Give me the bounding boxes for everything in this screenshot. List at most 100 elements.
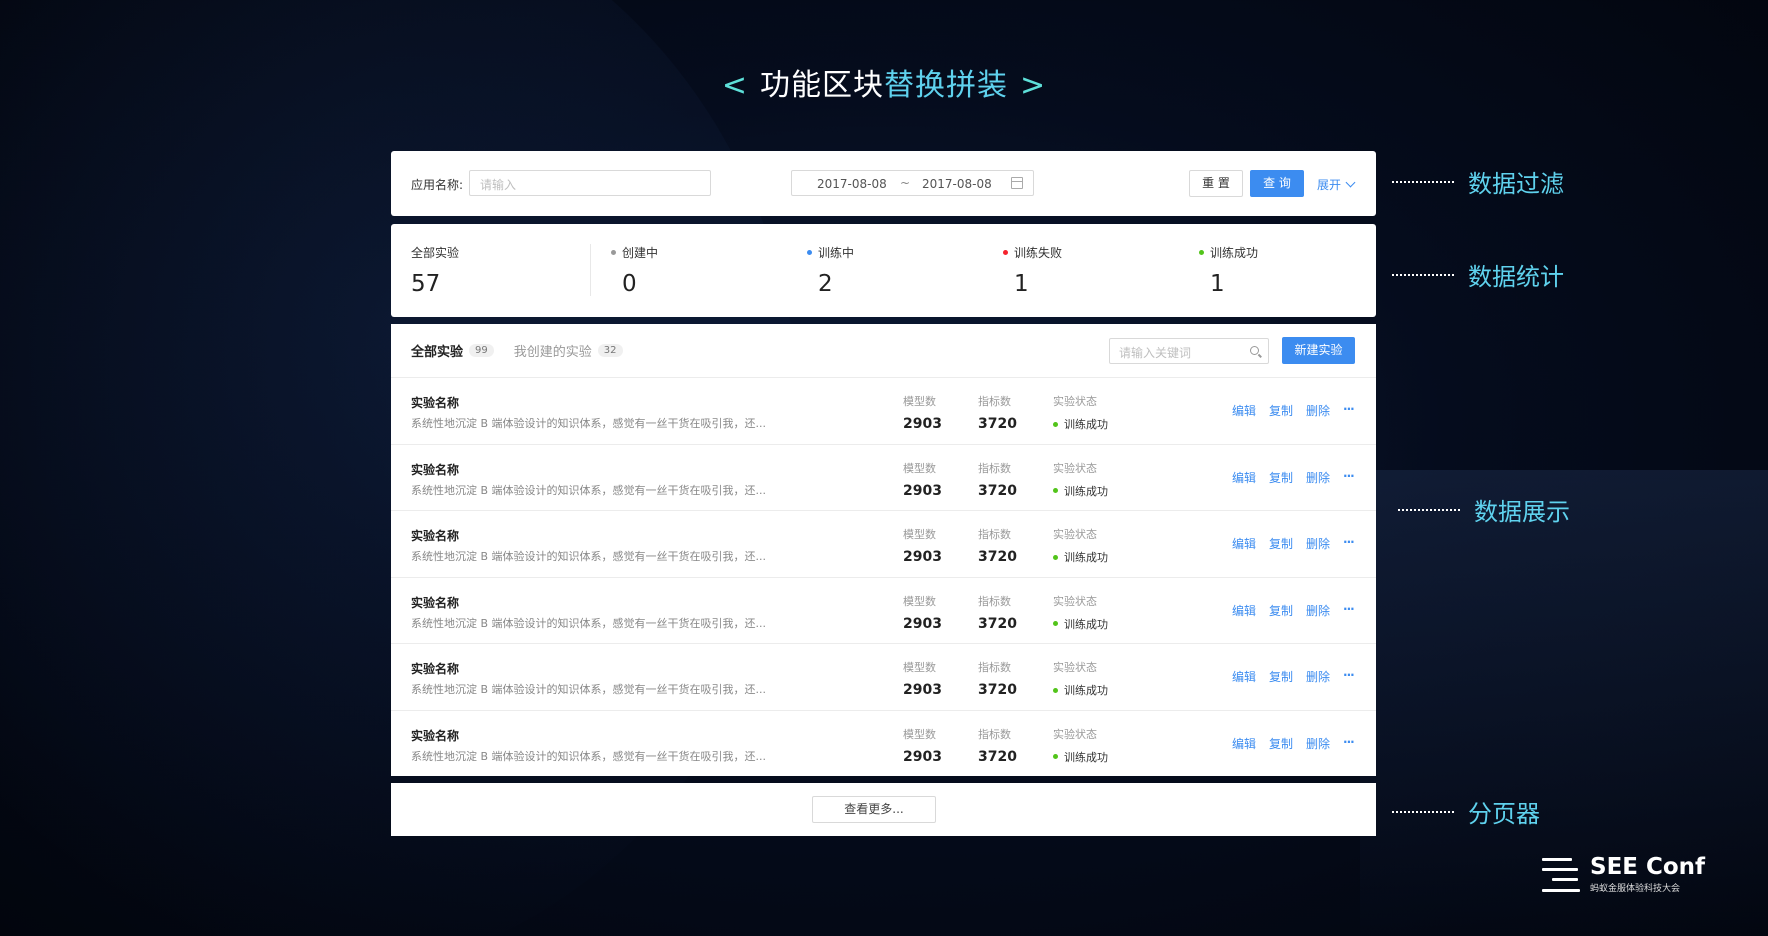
table-row[interactable]: 实验名称 系统性地沉淀 B 端体验设计的知识体系，感觉有一丝干货在吸引我，还..…	[391, 709, 1376, 776]
search-icon[interactable]	[1250, 346, 1259, 355]
table-row[interactable]: 实验名称 系统性地沉淀 B 端体验设计的知识体系，感觉有一丝干货在吸引我，还..…	[391, 643, 1376, 709]
model-count-col: 模型数 2903	[903, 526, 942, 565]
status-dot	[1053, 554, 1058, 560]
metric-count-col: 指标数 3720	[978, 393, 1017, 432]
stats-panel: 全部实验 57 创建中 0 训练中 2 训练失败 1 训练成功 1	[391, 224, 1376, 317]
table-row[interactable]: 实验名称 系统性地沉淀 B 端体验设计的知识体系，感觉有一丝干货在吸引我，还..…	[391, 576, 1376, 643]
edit-link[interactable]: 编辑	[1232, 735, 1256, 752]
stat-success: 训练成功 1	[1199, 244, 1258, 297]
more-icon[interactable]: ···	[1343, 535, 1355, 552]
stat-value: 0	[622, 271, 637, 297]
app-name-input[interactable]: 请输入	[469, 170, 711, 196]
delete-link[interactable]: 删除	[1306, 602, 1330, 619]
status-dot	[1053, 754, 1058, 759]
more-icon[interactable]: ···	[1343, 602, 1355, 619]
row-actions: 编辑 复制 删除 ···	[1232, 735, 1367, 752]
calendar-icon	[1011, 177, 1023, 189]
table-row[interactable]: 实验名称 系统性地沉淀 B 端体验设计的知识体系，感觉有一丝干货在吸引我，还..…	[391, 377, 1376, 443]
status-dot	[1053, 687, 1058, 693]
delete-link[interactable]: 删除	[1306, 469, 1330, 486]
experiment-name[interactable]: 实验名称	[411, 727, 459, 744]
experiment-name[interactable]: 实验名称	[411, 527, 459, 544]
tab-label: 全部实验	[411, 345, 464, 360]
logo-subtitle: 蚂蚁金服体验科技大会	[1590, 884, 1681, 894]
table-row[interactable]: 实验名称 系统性地沉淀 B 端体验设计的知识体系，感觉有一丝干货在吸引我，还..…	[391, 443, 1376, 510]
query-button[interactable]: 查 询	[1250, 170, 1304, 197]
column-label: 实验状态	[1053, 395, 1097, 408]
chevron-right-icon: >	[1020, 68, 1047, 103]
model-count: 2903	[903, 748, 942, 765]
expand-toggle[interactable]: 展开	[1317, 176, 1356, 193]
annotation-stats: 数据统计	[1392, 257, 1564, 292]
more-icon[interactable]: ···	[1343, 735, 1355, 752]
new-experiment-button[interactable]: 新建实验	[1282, 337, 1355, 364]
experiment-name[interactable]: 实验名称	[411, 594, 459, 611]
stat-value: 57	[411, 271, 441, 297]
column-label: 指标数	[978, 594, 1011, 608]
metric-count: 3720	[978, 482, 1017, 499]
keyword-search-input[interactable]: 请输入关键词	[1109, 338, 1269, 364]
copy-link[interactable]: 复制	[1269, 469, 1293, 486]
column-label: 模型数	[903, 661, 936, 674]
app-name-label: 应用名称:	[411, 178, 464, 192]
load-more-button[interactable]: 查看更多...	[812, 796, 936, 823]
tab-my-experiments[interactable]: 我创建的实验 32	[514, 341, 623, 360]
status-col: 实验状态 训练成功	[1053, 593, 1108, 632]
row-actions: 编辑 复制 删除 ···	[1232, 668, 1367, 685]
copy-link[interactable]: 复制	[1269, 602, 1293, 619]
metric-count: 3720	[978, 416, 1017, 432]
status-dot	[1003, 250, 1008, 255]
column-label: 实验状态	[1053, 461, 1097, 475]
metric-count-col: 指标数 3720	[978, 526, 1017, 565]
reset-button[interactable]: 重 置	[1189, 170, 1243, 197]
metric-count-col: 指标数 3720	[978, 659, 1017, 698]
logo-name: SEE Conf	[1590, 854, 1706, 880]
status-dot	[611, 250, 616, 255]
model-count: 2903	[903, 615, 942, 632]
delete-link[interactable]: 删除	[1306, 402, 1330, 419]
delete-link[interactable]: 删除	[1306, 535, 1330, 552]
copy-link[interactable]: 复制	[1269, 735, 1293, 752]
experiment-name[interactable]: 实验名称	[411, 660, 459, 677]
tab-all-experiments[interactable]: 全部实验 99	[411, 341, 494, 360]
status-col: 实验状态 训练成功	[1053, 393, 1108, 432]
copy-link[interactable]: 复制	[1269, 535, 1293, 552]
row-actions: 编辑 复制 删除 ···	[1232, 469, 1367, 486]
metric-count: 3720	[978, 549, 1017, 565]
copy-link[interactable]: 复制	[1269, 402, 1293, 419]
edit-link[interactable]: 编辑	[1232, 402, 1256, 419]
column-label: 实验状态	[1053, 661, 1097, 674]
status-text: 训练成功	[1064, 418, 1108, 431]
copy-link[interactable]: 复制	[1269, 668, 1293, 685]
model-count-col: 模型数 2903	[903, 460, 942, 499]
stat-label: 训练失败	[1014, 246, 1063, 260]
edit-link[interactable]: 编辑	[1232, 469, 1256, 486]
experiment-name[interactable]: 实验名称	[411, 461, 459, 478]
stat-value: 2	[818, 271, 833, 297]
title-part-2: 替换拼装	[884, 68, 1008, 103]
edit-link[interactable]: 编辑	[1232, 668, 1256, 685]
model-count-col: 模型数 2903	[903, 659, 942, 698]
edit-link[interactable]: 编辑	[1232, 602, 1256, 619]
model-count: 2903	[903, 482, 942, 499]
expand-label: 展开	[1317, 178, 1342, 192]
status-text: 训练成功	[1064, 484, 1108, 498]
see-conf-logo: SEE Conf 蚂蚁金服体验科技大会	[1542, 855, 1705, 894]
edit-link[interactable]: 编辑	[1232, 535, 1256, 552]
experiment-name[interactable]: 实验名称	[411, 394, 459, 411]
table-row[interactable]: 实验名称 系统性地沉淀 B 端体验设计的知识体系，感觉有一丝干货在吸引我，还..…	[391, 510, 1376, 576]
status-col: 实验状态 训练成功	[1053, 659, 1108, 698]
delete-link[interactable]: 删除	[1306, 735, 1330, 752]
date-range-picker[interactable]: 2017-08-08 ~ 2017-08-08	[791, 170, 1034, 196]
metric-count-col: 指标数 3720	[978, 593, 1017, 632]
tab-label: 我创建的实验	[513, 345, 592, 360]
column-label: 模型数	[903, 727, 936, 741]
filter-panel: 应用名称: 请输入 2017-08-08 ~ 2017-08-08 重 置 查 …	[391, 151, 1376, 216]
more-icon[interactable]: ···	[1343, 469, 1355, 486]
column-label: 模型数	[903, 395, 936, 408]
more-icon[interactable]: ···	[1343, 668, 1355, 685]
stat-training: 训练中 2	[807, 244, 854, 297]
delete-link[interactable]: 删除	[1306, 668, 1330, 685]
more-icon[interactable]: ···	[1343, 402, 1355, 419]
list-tabs: 全部实验 99 我创建的实验 32	[411, 341, 643, 360]
